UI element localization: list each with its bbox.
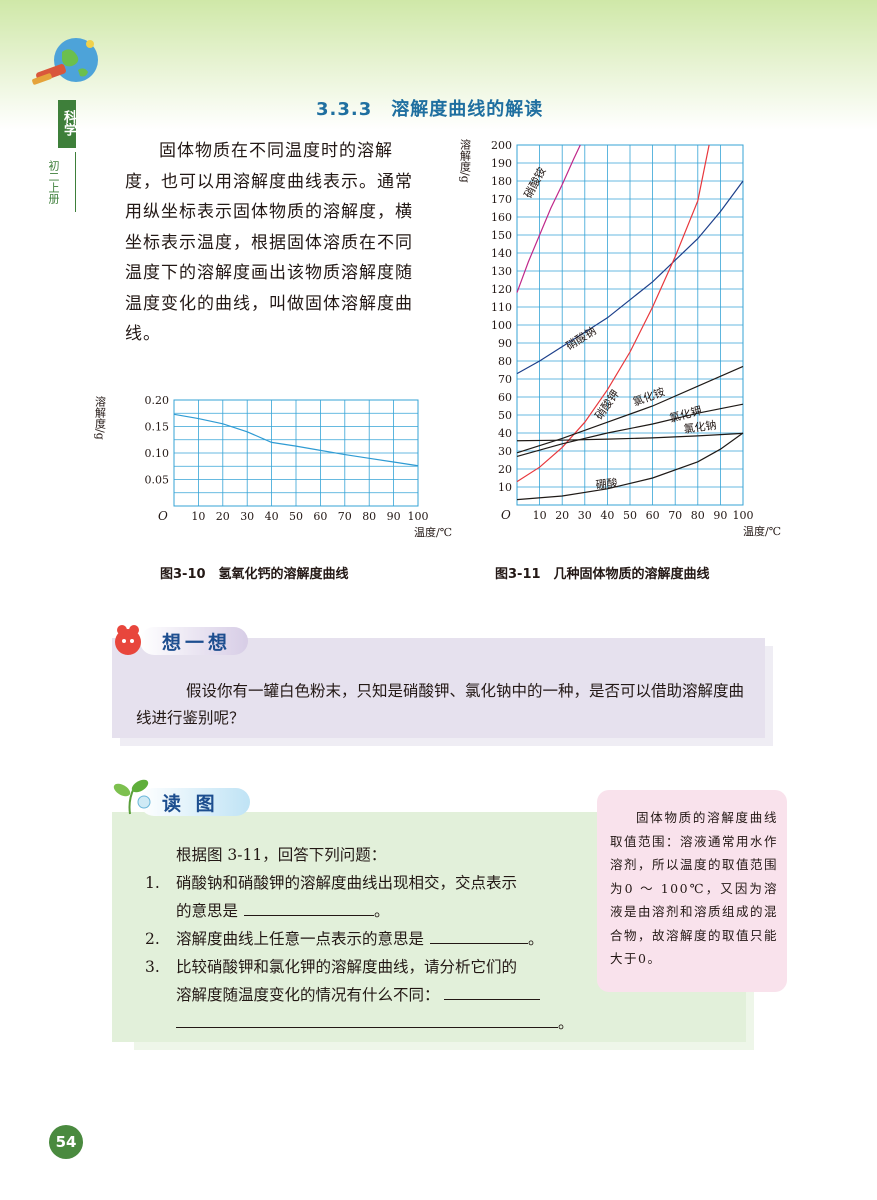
q3-number: 3. [145, 958, 160, 976]
q3-end: 。 [558, 1014, 574, 1032]
subject-label: 科学 [61, 110, 76, 136]
chart1-caption: 图3-10 氢氧化钙的溶解度曲线 [160, 567, 349, 582]
grade-tab-line [75, 152, 76, 212]
y-tick-label: 100 [491, 319, 512, 332]
read-title: 读 图 [162, 792, 219, 815]
x-tick-label: 40 [265, 510, 279, 523]
q1-answer-blank[interactable] [244, 899, 375, 916]
q2-number: 2. [145, 930, 160, 948]
series-label-3: 氯化铵 [631, 384, 667, 408]
series-label-0: 硝酸铵 [521, 165, 549, 201]
y-axis-label: 溶解度/g [94, 395, 107, 440]
y-tick-label: 30 [498, 445, 512, 458]
chart2-caption: 图3-11 几种固体物质的溶解度曲线 [495, 567, 710, 582]
q2-answer-blank[interactable] [430, 927, 529, 944]
thinking-mascot-icon [115, 625, 141, 655]
series-label-6: 硼酸 [595, 476, 618, 492]
side-note-text: 固体物质的溶解度曲线取值范围：溶液通常用水作溶剂，所以温度的取值范围为0 ～ 1… [610, 810, 779, 966]
y-tick-label: 0.05 [145, 474, 170, 487]
q2-line: 溶解度曲线上任意一点表示的意思是 。 [176, 925, 544, 953]
q1-end: 。 [374, 902, 390, 920]
q3-line2: 溶解度随温度变化的情况有什么不同： [176, 981, 540, 1009]
read-intro: 根据图 3-11，回答下列问题： [176, 846, 387, 864]
series-label-1: 硝酸钠 [563, 323, 598, 352]
think-title: 想一想 [162, 631, 232, 654]
x-tick-label: 50 [289, 510, 303, 523]
y-tick-label: 80 [498, 355, 512, 368]
y-tick-label: 0.15 [145, 421, 170, 434]
x-tick-label: 20 [555, 509, 569, 522]
y-tick-label: 130 [491, 265, 512, 278]
x-tick-label: 20 [216, 510, 230, 523]
x-axis-label: 温度/℃ [414, 525, 452, 539]
read-title-pill: 读 图 [140, 788, 250, 816]
y-tick-label: 20 [498, 463, 512, 476]
q3-line1: 比较硝酸钾和氯化钾的溶解度曲线，请分析它们的 [176, 958, 518, 976]
x-tick-label: 100 [733, 509, 754, 522]
x-tick-label: 80 [691, 509, 705, 522]
y-tick-label: 0.20 [145, 394, 170, 407]
series-line-0 [516, 144, 581, 293]
q3-text2: 溶解度随温度变化的情况有什么不同： [176, 986, 440, 1004]
q2-end: 。 [528, 930, 544, 948]
think-title-pill: 想一想 [140, 627, 248, 655]
y-tick-label: 0.10 [145, 447, 170, 460]
x-tick-label: 10 [533, 509, 547, 522]
y-tick-label: 60 [498, 391, 512, 404]
q3-answer-blank-1[interactable] [443, 983, 540, 1000]
chart-several-solids: 10 20 30 40 50 60 70 80 90 100 10 20 30 40 50 60 70 80 90 1… [459, 138, 782, 538]
x-tick-label: 60 [313, 510, 327, 523]
x-tick-label: 100 [408, 510, 429, 523]
x-tick-label: 40 [600, 509, 614, 522]
section-title: 3.3.3 溶解度曲线的解读 [316, 99, 544, 120]
chart-calcium-hydroxide: 10 20 30 40 50 60 70 80 90 100 0.05 0.10 0.15 0.20 O 溶解… [94, 394, 453, 539]
side-note: 固体物质的溶解度曲线取值范围：溶液通常用水作溶剂，所以温度的取值范围为0 ～ 1… [597, 790, 787, 992]
q3-line3: 。 [176, 1009, 574, 1037]
x-tick-label: 60 [646, 509, 660, 522]
y-tick-label: 170 [491, 193, 512, 206]
x-axis-label: 温度/℃ [743, 524, 781, 538]
sprout-icon [113, 779, 151, 815]
globe-mascot-icon [32, 38, 98, 85]
y-tick-label: 160 [491, 211, 512, 224]
y-tick-label: 90 [498, 337, 512, 350]
intro-paragraph: 固体物质在不同温度时的溶解度，也可以用溶解度曲线表示。通常用纵坐标表示固体物质的… [125, 141, 413, 344]
q3-answer-blank-2[interactable] [176, 1011, 558, 1028]
x-tick-label: 50 [623, 509, 637, 522]
think-text: 假设你有一罐白色粉末，只知是硝酸钾、氯化钠中的一种，是否可以借助溶解度曲线进行鉴… [136, 682, 745, 727]
y-tick-label: 50 [498, 409, 512, 422]
x-tick-label: 80 [362, 510, 376, 523]
y-tick-label: 150 [491, 229, 512, 242]
y-tick-label: 10 [498, 481, 512, 494]
x-tick-label: 70 [668, 509, 682, 522]
y-tick-label: 200 [491, 139, 512, 152]
grade-label: 初二上册 [47, 160, 60, 204]
y-tick-label: 70 [498, 373, 512, 386]
x-tick-label: 70 [338, 510, 352, 523]
q1-text2: 的意思是 [176, 902, 239, 920]
q2-text: 溶解度曲线上任意一点表示的意思是 [176, 930, 425, 948]
q1-number: 1. [145, 874, 160, 892]
x-tick-label: 30 [240, 510, 254, 523]
x-tick-label: 90 [387, 510, 401, 523]
y-tick-label: 180 [491, 175, 512, 188]
y-axis-label: 溶解度/g [459, 138, 472, 183]
origin-label: O [501, 508, 511, 522]
page-number: 54 [49, 1125, 83, 1159]
q1-line2: 的意思是 。 [176, 897, 390, 925]
y-tick-label: 120 [491, 283, 512, 296]
y-tick-label: 40 [498, 427, 512, 440]
series-label-2: 硝酸钾 [592, 387, 622, 422]
x-tick-label: 10 [191, 510, 205, 523]
y-tick-label: 190 [491, 157, 512, 170]
x-tick-label: 90 [713, 509, 727, 522]
y-tick-label: 110 [491, 301, 512, 314]
origin-label: O [158, 509, 168, 523]
q1-line1: 硝酸钠和硝酸钾的溶解度曲线出现相交，交点表示 [176, 874, 518, 892]
y-tick-label: 140 [491, 247, 512, 260]
x-tick-label: 30 [578, 509, 592, 522]
